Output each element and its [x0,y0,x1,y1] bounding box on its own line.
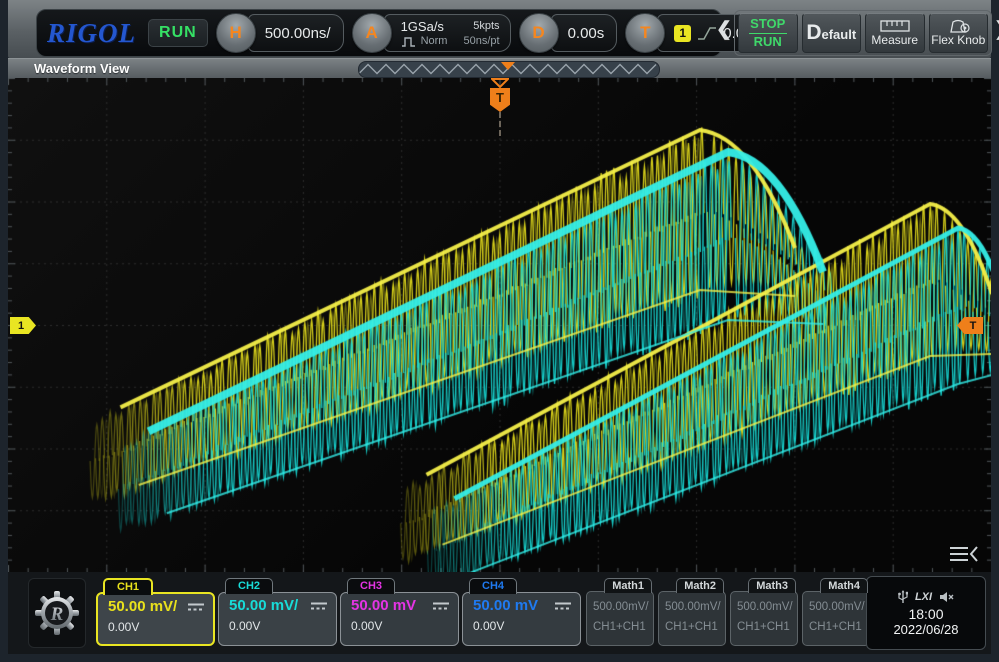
quick-access-panel: STOP RUN Default Measure [734,10,992,56]
horizontal-group: H 500.00ns/ [216,13,344,53]
rigol-gear-icon: R [34,590,80,636]
trigger-knob-button[interactable]: T [625,13,665,53]
ch4-dc-coupling-icon [554,601,572,611]
delay-value[interactable]: 0.00s [551,14,618,52]
rising-slope-icon [697,26,717,41]
trigger-position-triangle-icon [491,78,509,88]
ch1-box[interactable]: CH1 50.00 mV/ 0.00V [96,578,215,646]
svg-text:R: R [50,604,64,625]
acquisition-mode: Norm [421,35,448,47]
top-toolbar: RIGOL RUN H 500.00ns/ A 1GSa/s 5kpts Nor… [8,0,991,58]
waveform-preview-strip[interactable] [358,61,660,78]
ch4-offset: 0.00V [473,619,572,633]
system-date: 2022/06/28 [893,622,958,637]
ch4-tab[interactable]: CH4 [469,578,517,594]
math2-expression: CH1+CH1 [665,618,725,638]
rigol-logo: RIGOL [47,18,136,49]
ch3-offset: 0.00V [351,619,450,633]
trigger-position-marker[interactable]: T [489,78,511,136]
math4-scale: 500.00mV/ [809,598,869,618]
acquire-value[interactable]: 1GSa/s 5kpts Norm 50ns/pt [384,14,511,52]
delay-knob-button[interactable]: D [519,13,559,53]
delay-text: 0.00s [568,25,605,42]
ch3-scale: 50.00 mV [351,597,416,614]
math4-tab[interactable]: Math4 [820,578,868,593]
usb-icon [898,590,908,604]
trigger-flag-icon: T [490,88,510,112]
math3-box[interactable]: Math3 500.00mV/ CH1+CH1 [730,578,798,646]
math1-tab[interactable]: Math1 [604,578,652,593]
lxi-logo: LXI [915,591,932,603]
waveform-display: T 1 T [8,78,991,572]
math3-tab[interactable]: Math3 [748,578,796,593]
math1-expression: CH1+CH1 [593,618,653,638]
ch4-scale: 50.00 mV [473,597,538,614]
math4-expression: CH1+CH1 [809,618,869,638]
flex-knob-icon [943,19,973,33]
math3-expression: CH1+CH1 [737,618,797,638]
flex-knob-button[interactable]: Flex Knob [929,13,989,53]
math3-scale: 500.00mV/ [737,598,797,618]
stop-run-button[interactable]: STOP RUN [738,13,798,53]
default-button[interactable]: Default [802,13,862,53]
toolbar-scroll-left-chevron[interactable]: ❮ [716,18,732,41]
math2-tab[interactable]: Math2 [676,578,724,593]
acquisition-toolbar: RIGOL RUN H 500.00ns/ A 1GSa/s 5kpts Nor… [36,9,722,57]
ch2-scale: 50.00 mV/ [229,597,298,614]
math2-scale: 500.00mV/ [665,598,725,618]
ch2-dc-coupling-icon [310,601,328,611]
acquire-knob-button[interactable]: A [352,13,392,53]
horizontal-knob-button[interactable]: H [216,13,256,53]
memory-depth: 5kpts [463,20,499,32]
ch4-box[interactable]: CH4 50.00 mV 0.00V [462,578,581,646]
ch1-tab[interactable]: CH1 [103,578,153,595]
ch3-box[interactable]: CH3 50.00 mV 0.00V [340,578,459,646]
measure-label: Measure [871,34,918,48]
acquire-group: A 1GSa/s 5kpts Norm 50ns/pt [352,13,511,53]
timebase-text: 500.00ns/ [265,25,331,42]
system-time: 18:00 [908,606,943,622]
system-status-box[interactable]: LXI 18:00 2022/06/28 [866,576,986,650]
waveform-view-titlebar: Waveform View [8,58,991,78]
ch2-box[interactable]: CH2 50.00 mV/ 0.00V [218,578,337,646]
ch1-scale: 50.00 mV/ [108,598,177,615]
ch3-dc-coupling-icon [432,601,450,611]
timebase-value[interactable]: 500.00ns/ [248,14,344,52]
measure-button[interactable]: Measure [865,13,925,53]
waveform-view-title: Waveform View [34,61,129,76]
math1-scale: 500.00mV/ [593,598,653,618]
collapse-menu-icon[interactable] [948,544,980,564]
sample-rate: 1GSa/s [401,19,448,34]
ch1-dc-coupling-icon [187,602,205,612]
ch3-tab[interactable]: CH3 [347,578,395,594]
rigol-gear-menu-button[interactable]: R [28,578,86,648]
math1-box[interactable]: Math1 500.00mV/ CH1+CH1 [586,578,654,646]
ch2-tab[interactable]: CH2 [225,578,273,594]
ch2-offset: 0.00V [229,619,328,633]
ch1-offset: 0.00V [108,620,205,634]
waveform-canvas [8,78,991,572]
math4-box[interactable]: Math4 500.00mV/ CH1+CH1 [802,578,870,646]
run-status-badge[interactable]: RUN [148,19,208,47]
flex-knob-label: Flex Knob [931,34,985,48]
run-label: RUN [754,35,782,50]
preview-trigger-position-icon [500,62,516,70]
ruler-icon [880,19,910,33]
sample-interval: 50ns/pt [463,35,499,47]
pulse-icon [401,35,416,48]
trigger-source-badge: 1 [674,25,691,42]
delay-group: D 0.00s [519,13,618,53]
trigger-position-line [499,112,501,136]
stop-label: STOP [750,17,785,32]
speaker-muted-icon [939,591,954,603]
toolbar-scroll-right-chevron[interactable]: ❯ [994,18,999,41]
math2-box[interactable]: Math2 500.00mV/ CH1+CH1 [658,578,726,646]
oscilloscope-screen: RIGOL RUN H 500.00ns/ A 1GSa/s 5kpts Nor… [0,0,999,662]
bottom-status-bar: R CH1 50.00 mV/ 0.00V CH2 50.00 mV/ [8,572,991,654]
